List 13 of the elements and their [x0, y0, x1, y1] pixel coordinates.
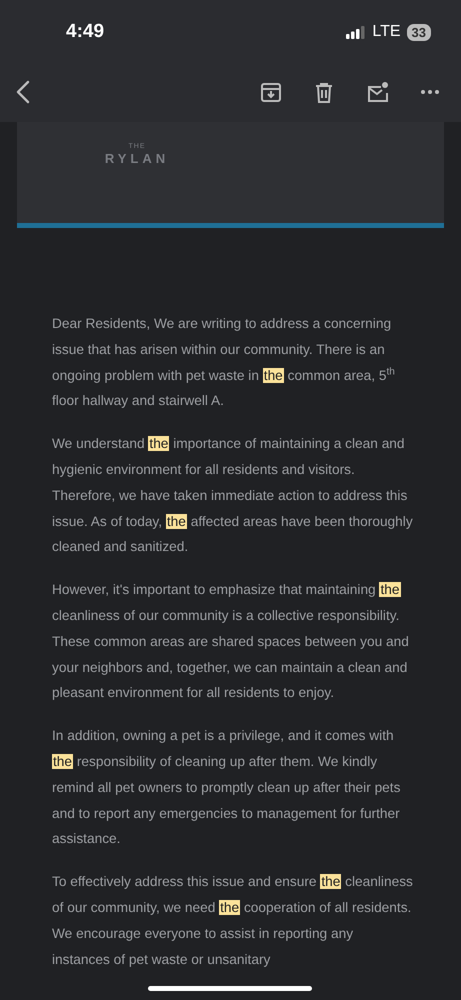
archive-icon[interactable] — [260, 80, 283, 104]
battery-indicator: 33 — [406, 24, 431, 40]
network-label: LTE — [372, 23, 401, 41]
status-time: 4:49 — [66, 21, 104, 43]
signal-icon — [346, 26, 366, 38]
email-paragraph: However, it's important to emphasize that maintaining the cleanliness of our community is a collective responsibility. These common areas are shared spaces between you and your neighbors and, together, we can maintain a clean and pleasant environment for all residents to enjoy. — [52, 581, 410, 702]
email-paragraph: In addition, owning a pet is a privilege, and it comes with the responsibility of cleaning up after them. We kindly remind all pet owners to promptly clean up after their pets and to report any emergencies to management for further assistance. — [52, 727, 402, 848]
email-paragraph: To effectively address this issue and ensure the cleanliness of our community, we need the cooperation of all residents. We encourage everyone to assist in reporting any instances of pet waste or unsanitary — [52, 873, 414, 969]
email-paragraph: We understand the importance of maintaining a clean and hygienic environment for all residents and visitors. Therefore, we have taken immediate action to address this issue. As of today, the affected areas have been thoroughly cleaned and sanitized. — [52, 435, 414, 556]
email-paragraph: Dear Residents, We are writing to address a concerning issue that has arisen within our community. There is an ongoing problem with pet waste in the common area, 5$^{th}$ floor hallway and stairwell A. — [52, 315, 396, 410]
logo-text: RYLAN — [104, 151, 170, 167]
mail-unread-icon[interactable] — [366, 80, 389, 104]
back-icon[interactable] — [16, 80, 30, 104]
